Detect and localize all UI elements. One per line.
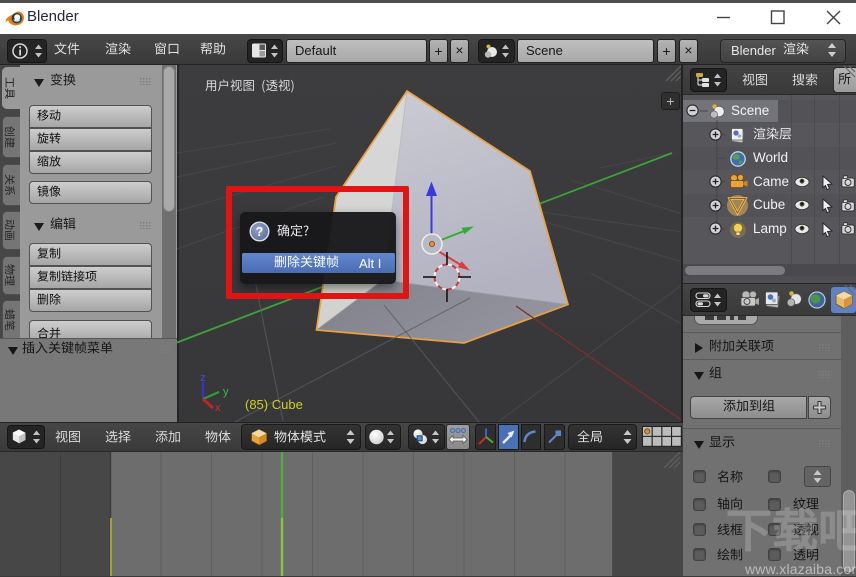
svg-text:y: y <box>223 386 229 398</box>
svg-text:x: x <box>215 402 221 414</box>
svg-text:z: z <box>200 372 206 384</box>
